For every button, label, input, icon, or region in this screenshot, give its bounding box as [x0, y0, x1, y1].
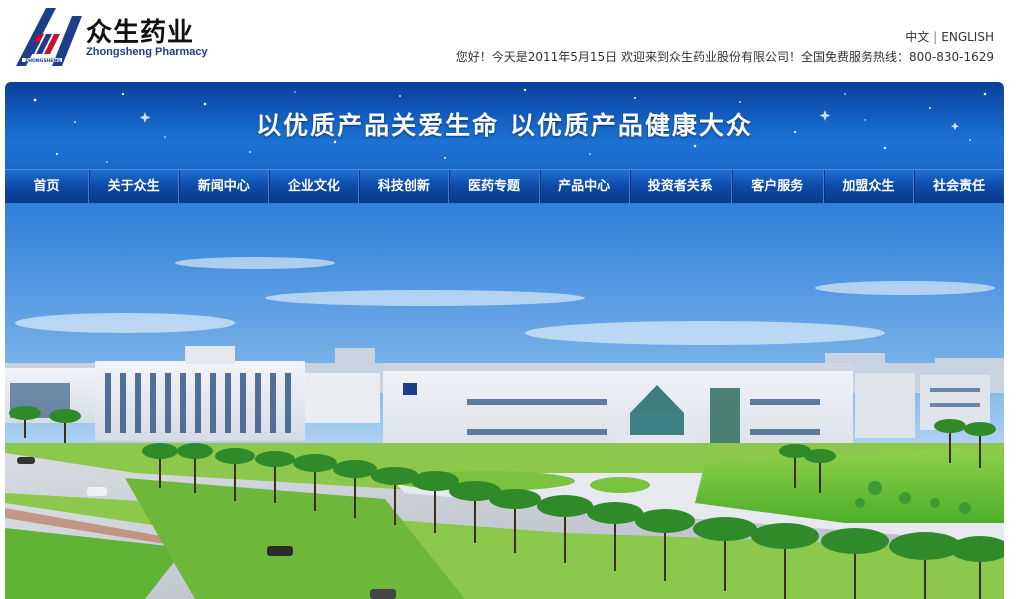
- header: ZHONGSHENG 众生药业 Zhongsheng Pharmacy 中文 | E…: [0, 0, 1016, 80]
- language-switcher: 中文 | ENGLISH: [905, 28, 994, 45]
- lang-english-link[interactable]: ENGLISH: [941, 30, 994, 44]
- logo-tag-text: ZHONGSHENG: [25, 58, 61, 64]
- nav-item-medical-topics[interactable]: 医药专题: [449, 170, 540, 203]
- nav-item-culture[interactable]: 企业文化: [269, 170, 360, 203]
- logo-mark-icon: ZHONGSHENG: [16, 8, 82, 66]
- nav-item-customer-service[interactable]: 客户服务: [732, 170, 824, 203]
- lang-separator: |: [933, 30, 938, 44]
- page: ZHONGSHENG 众生药业 Zhongsheng Pharmacy 中文 | E…: [0, 0, 1016, 599]
- nav-item-join[interactable]: 加盟众生: [824, 170, 914, 203]
- nav-item-home[interactable]: 首页: [5, 170, 90, 203]
- hero-factory-image: [5, 203, 1004, 599]
- nav-item-news[interactable]: 新闻中心: [179, 170, 270, 203]
- logo-name-en: Zhongsheng Pharmacy: [86, 46, 208, 58]
- company-logo[interactable]: ZHONGSHENG 众生药业 Zhongsheng Pharmacy: [12, 6, 208, 68]
- nav-item-investors[interactable]: 投资者关系: [630, 170, 732, 203]
- main-nav: 首页 关于众生 新闻中心 企业文化 科技创新 医药专题 产品中心 投资者关系 客…: [5, 169, 1004, 203]
- nav-item-innovation[interactable]: 科技创新: [359, 170, 450, 203]
- lang-chinese-link[interactable]: 中文: [905, 30, 929, 44]
- greeting-text: 您好！今天是2011年5月15日 欢迎来到众生药业股份有限公司！全国免费服务热线…: [455, 50, 994, 64]
- nav-item-about[interactable]: 关于众生: [89, 170, 180, 203]
- logo-name-cn: 众生药业: [86, 18, 195, 48]
- slogan-banner: 以优质产品关爱生命 以优质产品健康大众: [5, 82, 1004, 171]
- nav-item-social-responsibility[interactable]: 社会责任: [914, 170, 1004, 203]
- nav-item-products[interactable]: 产品中心: [540, 170, 630, 203]
- factory-campus-illustration: [5, 203, 1004, 599]
- banner-slogan: 以优质产品关爱生命 以优质产品健康大众: [256, 111, 753, 140]
